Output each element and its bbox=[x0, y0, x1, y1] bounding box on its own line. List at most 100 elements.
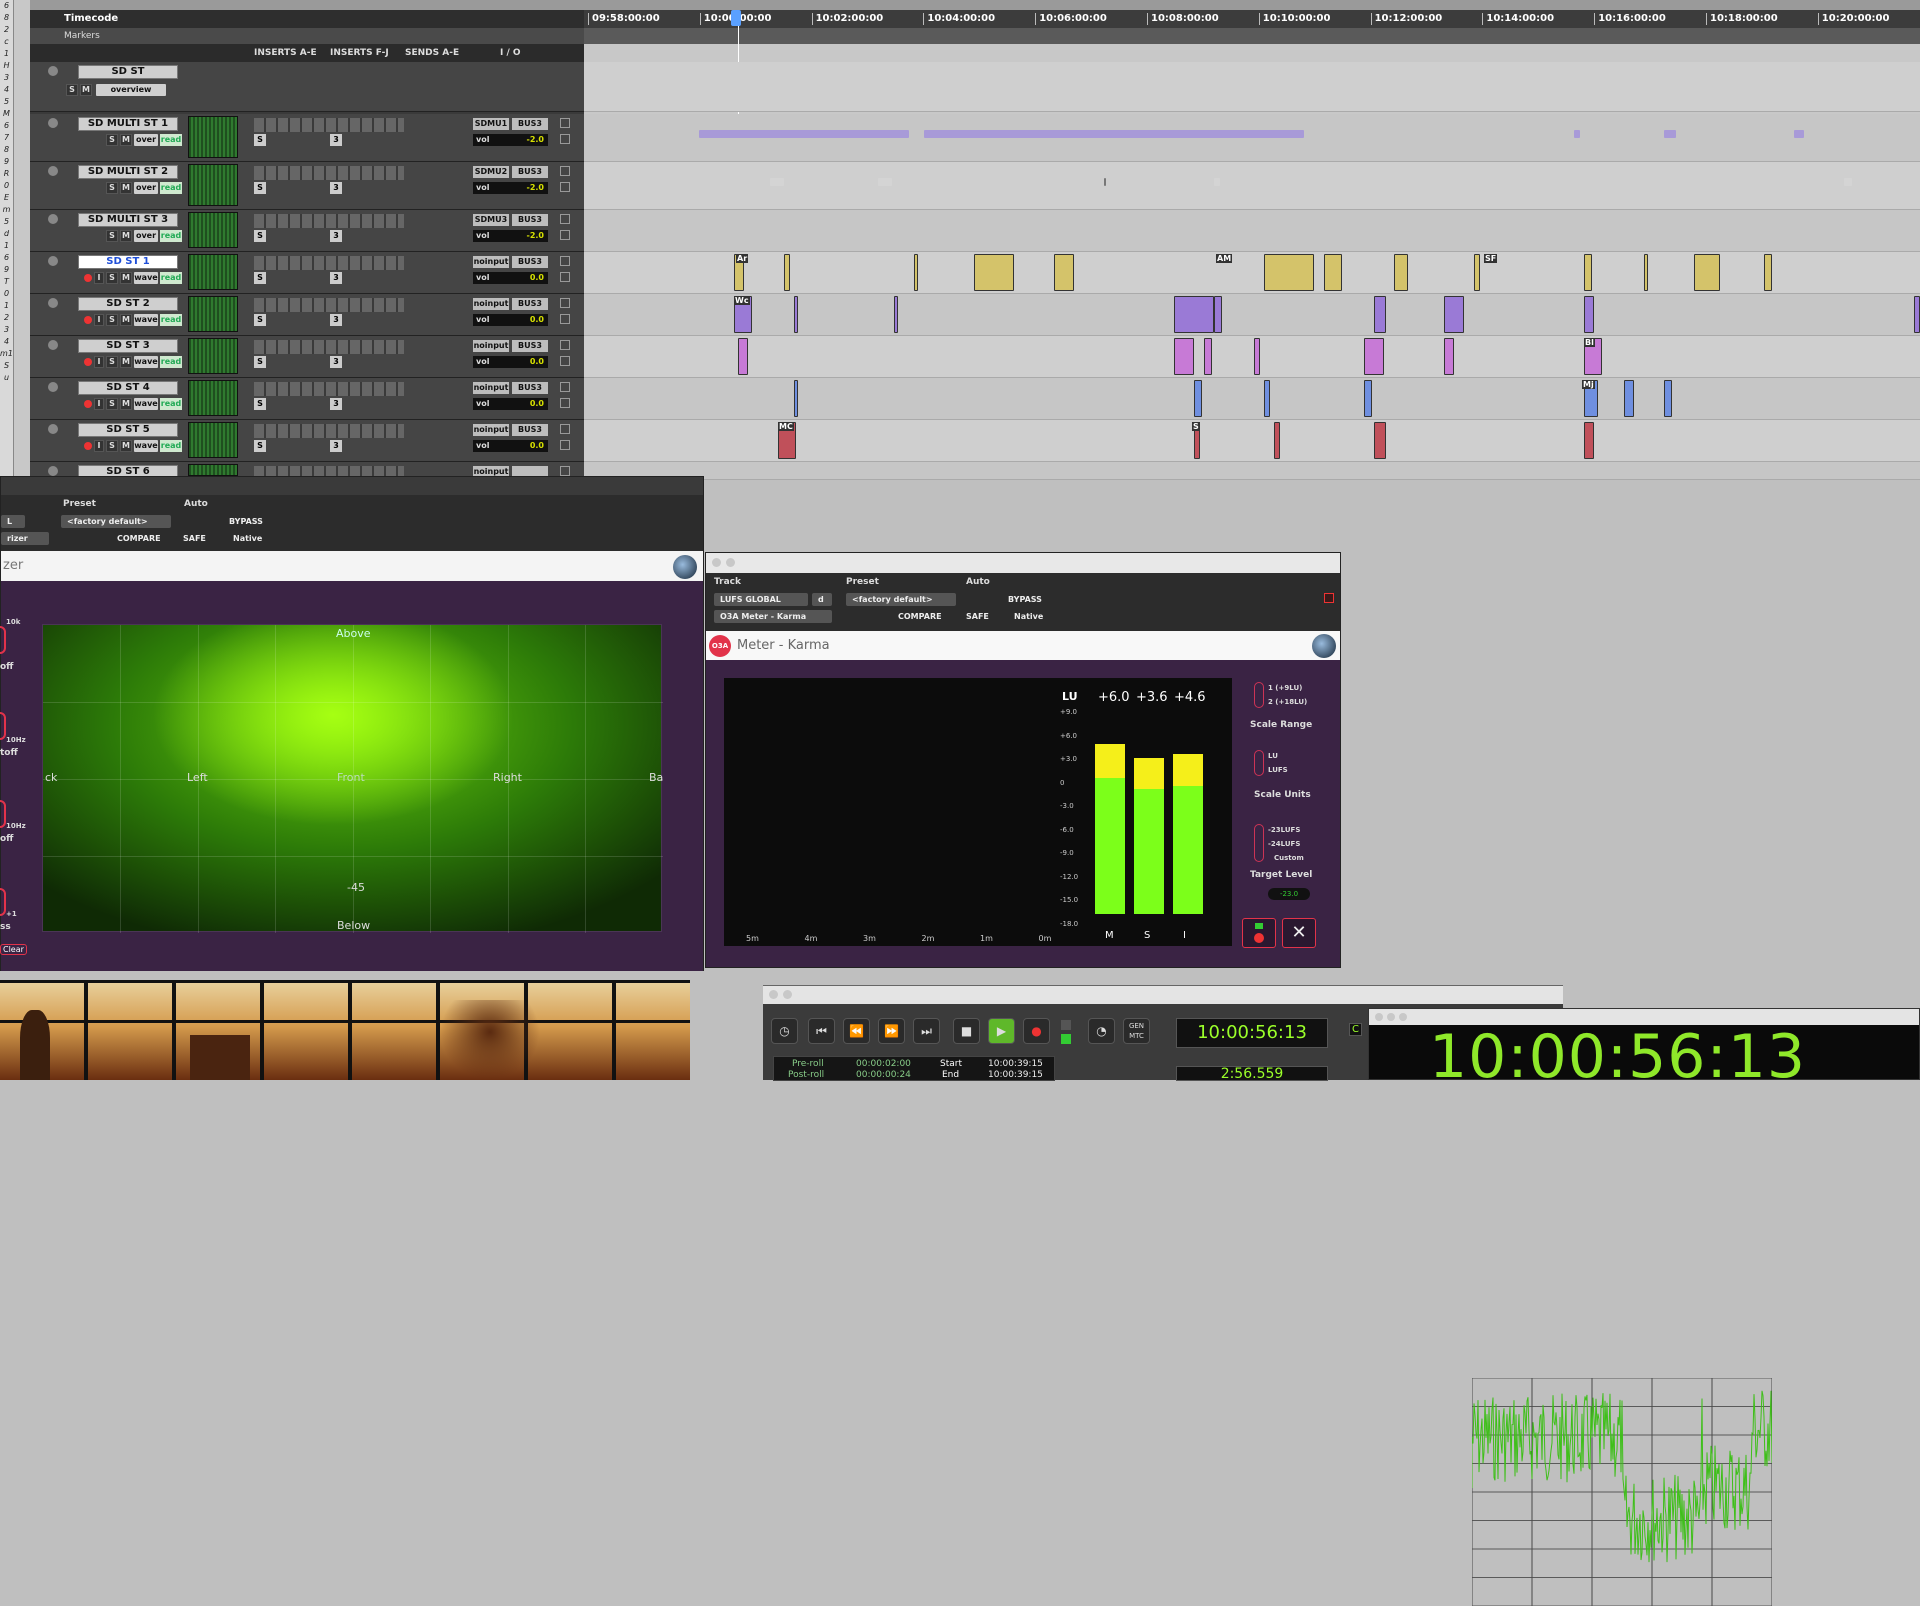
track-name[interactable]: SD ST 1 bbox=[78, 255, 178, 269]
audio-clip[interactable] bbox=[914, 254, 918, 291]
audio-clip[interactable] bbox=[1794, 130, 1804, 138]
track-header[interactable]: SD ST S Moverview bbox=[30, 62, 584, 112]
audio-clip[interactable] bbox=[878, 178, 892, 186]
input-monitor-button[interactable]: I bbox=[94, 398, 104, 410]
send-number[interactable]: 3 bbox=[330, 182, 342, 194]
output-selector[interactable]: BUS3 bbox=[512, 340, 548, 352]
track-header[interactable]: SD ST 2 I S Mwave read S 3 noinput BUS3 vol 0.0 bbox=[30, 294, 584, 336]
audio-clip[interactable] bbox=[924, 130, 1304, 138]
audio-clip[interactable] bbox=[1194, 380, 1202, 417]
send-number[interactable]: 3 bbox=[330, 134, 342, 146]
preset-field[interactable]: <factory default> bbox=[61, 515, 171, 528]
automation-mode[interactable]: read bbox=[160, 398, 182, 410]
audio-clip[interactable] bbox=[974, 254, 1014, 291]
track-comments-icon[interactable] bbox=[560, 398, 570, 408]
track-lane[interactable] bbox=[584, 210, 1920, 252]
track-output-window-icon[interactable] bbox=[560, 298, 570, 308]
track-header[interactable]: SD MULTI ST 2 S Mover read S 3 SDMU2 BUS3 vol -2.… bbox=[30, 162, 584, 210]
return-to-zero-button[interactable]: ⏮ bbox=[808, 1018, 835, 1044]
bypass-button[interactable]: BYPASS bbox=[229, 515, 263, 528]
track-lane[interactable] bbox=[584, 462, 1920, 480]
target-level-switch[interactable] bbox=[1254, 824, 1264, 862]
transport-titlebar[interactable] bbox=[763, 986, 1563, 1004]
audio-clip[interactable] bbox=[1254, 338, 1260, 375]
meter-window-titlebar[interactable] bbox=[706, 553, 1340, 573]
track-name[interactable]: SD ST 4 bbox=[78, 381, 178, 395]
track-options-icon[interactable] bbox=[48, 166, 58, 176]
mute-button[interactable]: M bbox=[80, 84, 92, 96]
volume-field[interactable]: vol -2.0 bbox=[473, 134, 548, 146]
input-monitor-button[interactable]: I bbox=[94, 356, 104, 368]
audio-clip[interactable] bbox=[784, 254, 790, 291]
track-header[interactable]: SD MULTI ST 1 S Mover read S 3 SDMU1 BUS3 vol -2.… bbox=[30, 114, 584, 162]
insert-slots[interactable] bbox=[254, 166, 404, 180]
play-button[interactable]: ▶ bbox=[988, 1018, 1015, 1044]
native-button[interactable]: Native bbox=[233, 532, 262, 545]
solo-button[interactable]: S bbox=[106, 398, 118, 410]
safe-button[interactable]: SAFE bbox=[183, 532, 206, 545]
track-options-icon[interactable] bbox=[48, 118, 58, 128]
audio-clip[interactable] bbox=[1264, 380, 1270, 417]
track-lane[interactable] bbox=[584, 62, 1920, 112]
send-solo-button[interactable]: S bbox=[254, 398, 266, 410]
track-select[interactable]: LUFS GLOBAL bbox=[714, 593, 808, 606]
input-monitor-button[interactable]: I bbox=[94, 440, 104, 452]
mute-button[interactable]: M bbox=[120, 230, 132, 242]
record-arm-icon[interactable] bbox=[84, 442, 92, 450]
online-button[interactable]: ◷ bbox=[771, 1018, 798, 1044]
solo-button[interactable]: S bbox=[106, 134, 118, 146]
solo-button[interactable]: S bbox=[106, 272, 118, 284]
sub-counter[interactable]: 2:56.559 bbox=[1176, 1066, 1328, 1081]
output-selector[interactable]: BUS3 bbox=[512, 424, 548, 436]
view-selector[interactable]: wave bbox=[134, 314, 158, 326]
input-selector[interactable]: noinput bbox=[473, 382, 509, 394]
volume-field[interactable]: vol -2.0 bbox=[473, 230, 548, 242]
track-name[interactable]: SD ST 3 bbox=[78, 339, 178, 353]
track-options-icon[interactable] bbox=[48, 340, 58, 350]
track-comments-icon[interactable] bbox=[560, 440, 570, 450]
mute-button[interactable]: M bbox=[120, 356, 132, 368]
track-suffix[interactable]: d bbox=[812, 593, 832, 606]
stop-button[interactable]: ■ bbox=[953, 1018, 980, 1044]
mute-button[interactable]: M bbox=[120, 440, 132, 452]
target-level-value[interactable]: -23.0 bbox=[1268, 888, 1310, 900]
track-name[interactable]: SD ST 5 bbox=[78, 423, 178, 437]
meter-record-toggle[interactable] bbox=[1324, 593, 1334, 603]
track-lane[interactable] bbox=[584, 114, 1920, 162]
track-header[interactable]: SD ST 4 I S Mwave read S 3 noinput BUS3 vol 0.0 bbox=[30, 378, 584, 420]
send-solo-button[interactable]: S bbox=[254, 356, 266, 368]
channel-field[interactable]: L bbox=[1, 515, 25, 528]
audio-clip[interactable] bbox=[1474, 254, 1480, 291]
view-selector[interactable]: overview bbox=[96, 84, 166, 96]
audio-clip[interactable] bbox=[1624, 380, 1634, 417]
send-solo-button[interactable]: S bbox=[254, 182, 266, 194]
scale-range-switch[interactable] bbox=[1254, 682, 1264, 708]
audio-clip[interactable] bbox=[770, 178, 784, 186]
solo-button[interactable]: S bbox=[106, 440, 118, 452]
audio-clip[interactable] bbox=[794, 296, 798, 333]
scale-units-switch[interactable] bbox=[1254, 750, 1264, 776]
audio-clip[interactable] bbox=[1584, 422, 1594, 459]
insert-slots[interactable] bbox=[254, 382, 404, 396]
track-output-window-icon[interactable] bbox=[560, 118, 570, 128]
audio-clip[interactable] bbox=[1394, 254, 1408, 291]
view-selector[interactable]: wave bbox=[134, 398, 158, 410]
compare-button[interactable]: COMPARE bbox=[117, 532, 161, 545]
track-output-window-icon[interactable] bbox=[560, 424, 570, 434]
start-value[interactable]: 10:00:39:15 bbox=[988, 1059, 1043, 1069]
send-solo-button[interactable]: S bbox=[254, 272, 266, 284]
postroll-value[interactable]: 00:00:00:24 bbox=[856, 1070, 911, 1080]
send-number[interactable]: 3 bbox=[330, 356, 342, 368]
view-selector[interactable]: wave bbox=[134, 356, 158, 368]
automation-mode[interactable]: read bbox=[160, 440, 182, 452]
end-value[interactable]: 10:00:39:15 bbox=[988, 1070, 1043, 1080]
audio-clip[interactable] bbox=[1174, 296, 1214, 333]
track-output-window-icon[interactable] bbox=[560, 340, 570, 350]
audio-clip[interactable] bbox=[1664, 130, 1676, 138]
track-comments-icon[interactable] bbox=[560, 314, 570, 324]
audio-clip[interactable] bbox=[1764, 254, 1772, 291]
send-number[interactable]: 3 bbox=[330, 398, 342, 410]
rewind-button[interactable]: ⏪ bbox=[843, 1018, 870, 1044]
solo-button[interactable]: S bbox=[106, 356, 118, 368]
audio-clip[interactable] bbox=[1214, 296, 1222, 333]
